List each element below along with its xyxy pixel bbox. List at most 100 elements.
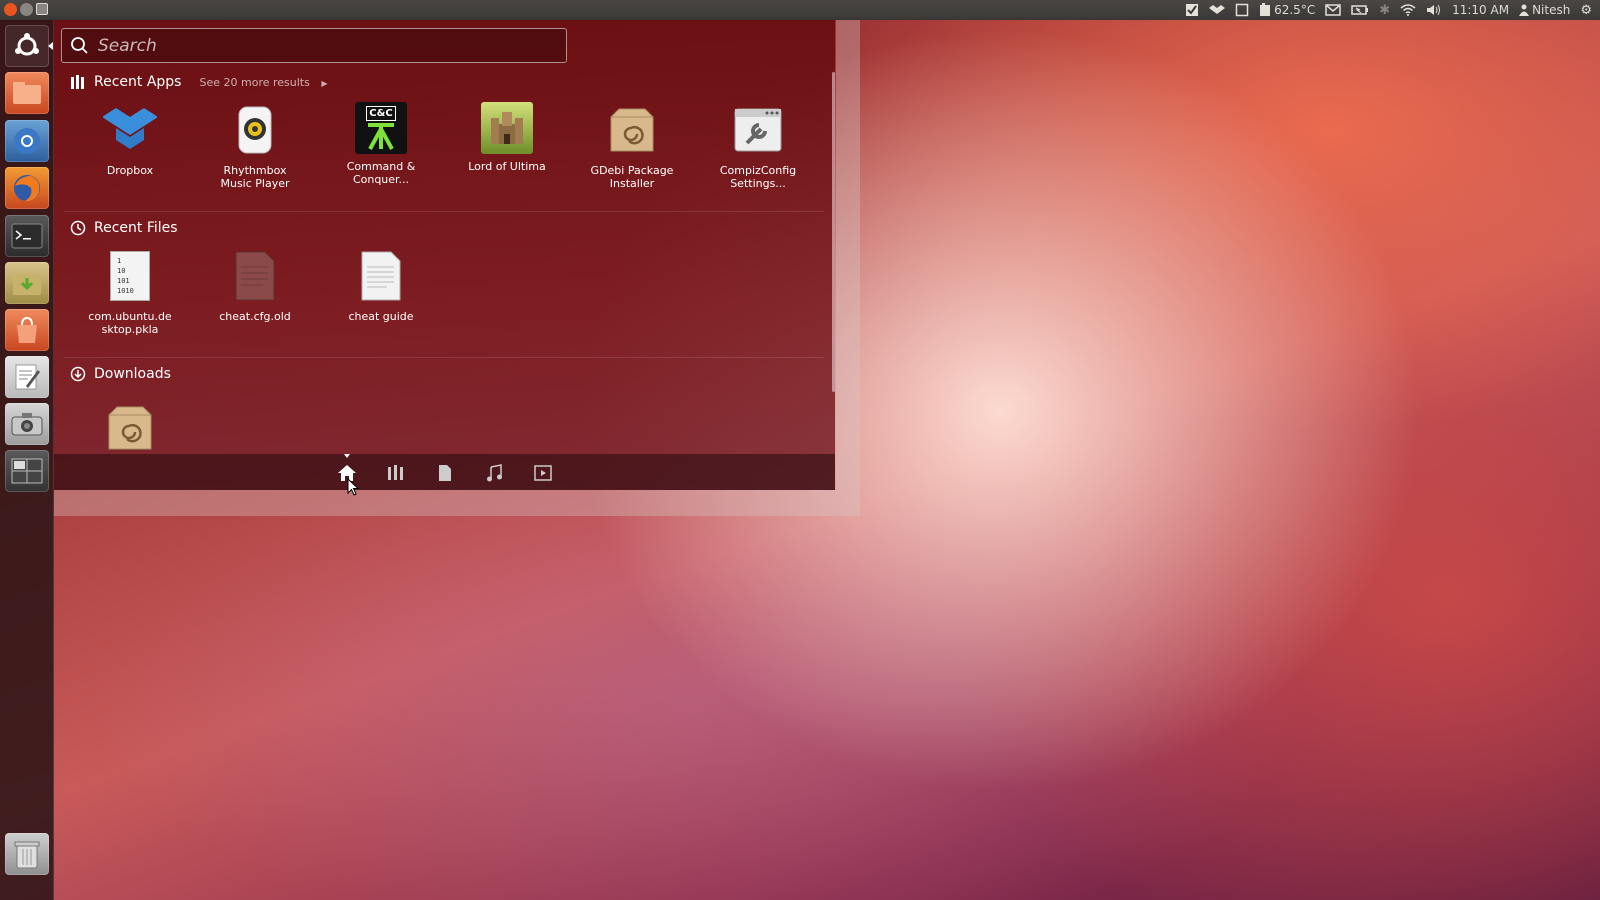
clock-icon bbox=[70, 220, 86, 236]
tile-label: GDebi Package bbox=[590, 164, 674, 177]
compizconfig-icon bbox=[730, 102, 786, 158]
search-box[interactable] bbox=[61, 28, 567, 63]
binary-line: 101 bbox=[117, 277, 130, 285]
scrollbar[interactable] bbox=[832, 72, 835, 392]
downloads-header: Downloads bbox=[70, 366, 171, 382]
battery-icon[interactable] bbox=[1351, 4, 1369, 16]
tile-label: Rhythmbox bbox=[223, 164, 287, 177]
mouse-cursor-icon bbox=[347, 477, 360, 500]
gear-icon[interactable]: ⚙ bbox=[1580, 3, 1592, 18]
search-icon bbox=[71, 36, 88, 54]
app-tile-compizconfig[interactable]: CompizConfig Settings... bbox=[698, 102, 818, 190]
user-name: Nitesh bbox=[1532, 3, 1571, 17]
checkbox-indicator-icon[interactable] bbox=[1185, 3, 1199, 17]
active-lens-indicator-icon bbox=[344, 454, 350, 458]
tile-label: Lord of Ultima bbox=[468, 160, 546, 173]
files-lens-button[interactable] bbox=[434, 463, 456, 483]
binary-file-icon: 1 10 101 1010 bbox=[102, 248, 158, 304]
temperature-indicator[interactable]: 62.5°C bbox=[1259, 3, 1315, 17]
command-conquer-icon: C&C bbox=[355, 102, 407, 154]
window-indicator-icon[interactable] bbox=[1235, 3, 1249, 17]
video-lens-button[interactable] bbox=[532, 463, 554, 483]
volume-icon[interactable] bbox=[1426, 4, 1442, 16]
file-tile-cheat-guide[interactable]: cheat guide bbox=[321, 248, 441, 323]
file-tile-cheat-cfg-old[interactable]: cheat.cfg.old bbox=[195, 248, 315, 323]
software-center-launcher-icon[interactable] bbox=[5, 309, 49, 351]
chromium-launcher-icon[interactable] bbox=[5, 120, 49, 162]
music-note-icon bbox=[487, 464, 502, 482]
tile-label: cheat guide bbox=[348, 310, 414, 323]
section-divider bbox=[64, 357, 824, 358]
downloads-title: Downloads bbox=[94, 366, 171, 382]
close-window-button[interactable] bbox=[4, 3, 17, 16]
debian-package-icon bbox=[102, 400, 158, 456]
temperature-label: 62.5°C bbox=[1274, 3, 1316, 17]
files-launcher-icon[interactable] bbox=[5, 72, 49, 114]
bluetooth-icon[interactable]: ✱ bbox=[1379, 3, 1390, 18]
music-lens-button[interactable] bbox=[483, 463, 505, 483]
dash-home-button[interactable] bbox=[5, 25, 49, 67]
applications-lens-button[interactable] bbox=[385, 463, 407, 483]
binary-line: 1010 bbox=[117, 287, 134, 295]
recent-files-title: Recent Files bbox=[94, 220, 178, 236]
download-icon bbox=[70, 366, 86, 382]
tile-label: CompizConfig bbox=[719, 164, 797, 177]
gdebi-icon bbox=[604, 102, 660, 158]
dropbox-tray-icon[interactable] bbox=[1209, 3, 1226, 17]
binary-line: 1 bbox=[117, 257, 122, 265]
tile-label: com.ubuntu.de bbox=[88, 310, 172, 323]
see-more-label: See 20 more results bbox=[199, 75, 310, 89]
tile-label-line2: Settings... bbox=[730, 177, 786, 190]
workspace-switcher-icon[interactable] bbox=[5, 450, 49, 492]
binary-line: 10 bbox=[117, 267, 126, 275]
trash-launcher-icon[interactable] bbox=[5, 833, 49, 875]
app-tile-lord-of-ultima[interactable]: Lord of Ultima bbox=[447, 102, 567, 173]
clock[interactable]: 11:10 AM bbox=[1452, 3, 1509, 17]
recent-apps-header: Recent Apps See 20 more results ▶ bbox=[70, 74, 328, 90]
search-input[interactable] bbox=[96, 34, 560, 57]
firefox-launcher-icon[interactable] bbox=[5, 167, 49, 209]
tile-label-line2: Conquer... bbox=[352, 173, 410, 186]
dropbox-icon bbox=[102, 102, 158, 158]
launcher bbox=[0, 20, 54, 900]
recent-apps-title: Recent Apps bbox=[94, 74, 182, 90]
mail-icon[interactable] bbox=[1325, 4, 1341, 16]
system-tray: 62.5°C ✱ 11:10 AM Nitesh ⚙ bbox=[1185, 0, 1592, 20]
minimize-window-button[interactable] bbox=[20, 3, 33, 16]
app-tile-command-conquer[interactable]: C&C Command & Conquer... bbox=[321, 102, 441, 186]
terminal-launcher-icon[interactable] bbox=[5, 215, 49, 257]
camera-launcher-icon[interactable] bbox=[5, 403, 49, 445]
file-icon bbox=[439, 465, 451, 481]
wifi-icon[interactable] bbox=[1400, 4, 1416, 16]
maximize-window-button[interactable] bbox=[36, 3, 48, 15]
tile-label: Command & bbox=[346, 160, 416, 173]
text-editor-launcher-icon[interactable] bbox=[5, 356, 49, 398]
tile-label-line2: sktop.pkla bbox=[101, 323, 159, 336]
command-conquer-text: C&C bbox=[366, 105, 396, 121]
app-tile-rhythmbox[interactable]: Rhythmbox Music Player bbox=[195, 102, 315, 190]
thermometer-icon bbox=[1260, 3, 1271, 16]
tile-label-line2: Music Player bbox=[220, 177, 290, 190]
tile-label: Dropbox bbox=[106, 164, 154, 177]
expand-arrow-icon: ▶ bbox=[321, 78, 328, 88]
applications-icon bbox=[388, 465, 403, 480]
tile-label: cheat.cfg.old bbox=[219, 310, 291, 323]
person-icon bbox=[1519, 4, 1530, 16]
video-icon bbox=[534, 465, 552, 481]
ubuntu-logo-icon bbox=[15, 33, 39, 56]
tile-label-line2: Installer bbox=[609, 177, 655, 190]
section-divider bbox=[64, 211, 824, 212]
app-tile-dropbox[interactable]: Dropbox bbox=[70, 102, 190, 177]
recent-files-header: Recent Files bbox=[70, 220, 178, 236]
rhythmbox-icon bbox=[227, 102, 283, 158]
file-tile-pkla[interactable]: 1 10 101 1010 com.ubuntu.de sktop.pkla bbox=[70, 248, 190, 336]
config-file-icon bbox=[227, 248, 283, 304]
download-tile[interactable] bbox=[70, 400, 190, 462]
lens-bar bbox=[54, 454, 835, 490]
top-panel: 62.5°C ✱ 11:10 AM Nitesh ⚙ bbox=[0, 0, 1600, 20]
user-menu[interactable]: Nitesh bbox=[1519, 3, 1570, 17]
app-tile-gdebi[interactable]: GDebi Package Installer bbox=[572, 102, 692, 190]
see-more-results-link[interactable]: See 20 more results ▶ bbox=[199, 76, 327, 89]
applications-icon bbox=[71, 75, 84, 89]
downloads-launcher-icon[interactable] bbox=[5, 262, 49, 304]
